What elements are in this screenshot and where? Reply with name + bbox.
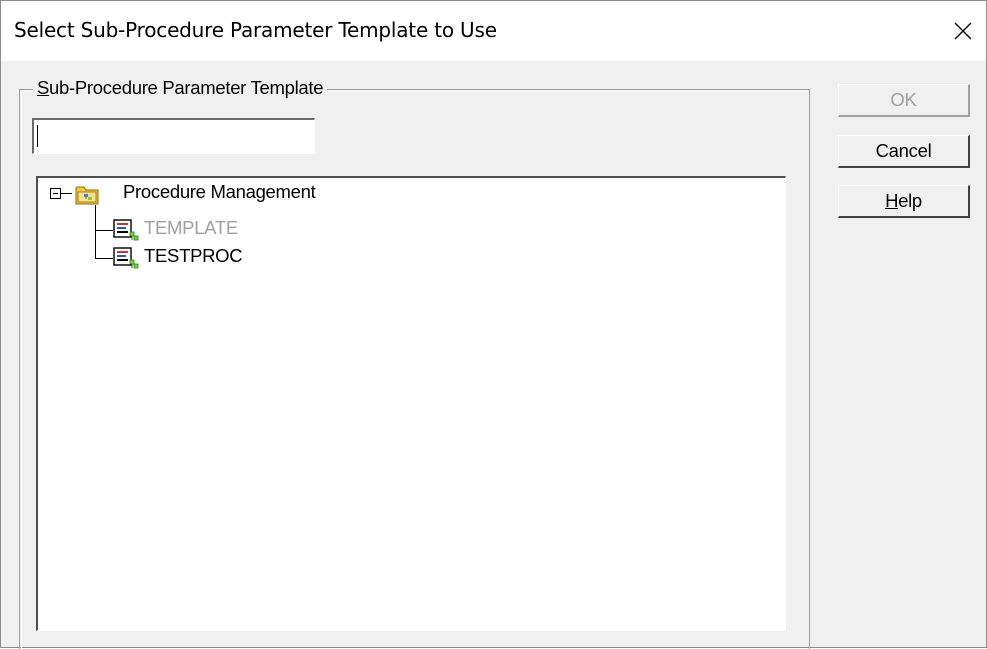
template-filter-input[interactable] [32,118,315,154]
tree-node-label: TEMPLATE [144,217,238,238]
tree-connector [95,258,113,259]
dialog-window: Select Sub-Procedure Parameter Template … [0,0,987,649]
help-button[interactable]: Help [838,185,970,218]
ok-button[interactable]: OK [838,84,970,117]
text-caret [37,125,38,147]
dialog-title: Select Sub-Procedure Parameter Template … [14,18,497,42]
folder-icon [75,182,99,206]
template-tree[interactable]: Procedure Management TEMPLATE TESTPROC [36,176,786,631]
close-icon [954,22,972,40]
procedure-icon [113,246,139,270]
tree-connector [61,193,72,194]
tree-node-label: Procedure Management [123,181,316,202]
tree-connector [95,230,113,231]
collapse-toggle[interactable] [50,188,61,199]
tree-node-label: TESTPROC [144,245,243,266]
groupbox-label: Sub-Procedure Parameter Template [33,77,328,99]
title-bar[interactable]: Select Sub-Procedure Parameter Template … [1,1,986,61]
procedure-icon [113,218,139,242]
cancel-button[interactable]: Cancel [838,135,970,168]
tree-connector [95,205,96,259]
close-button[interactable] [940,1,986,61]
